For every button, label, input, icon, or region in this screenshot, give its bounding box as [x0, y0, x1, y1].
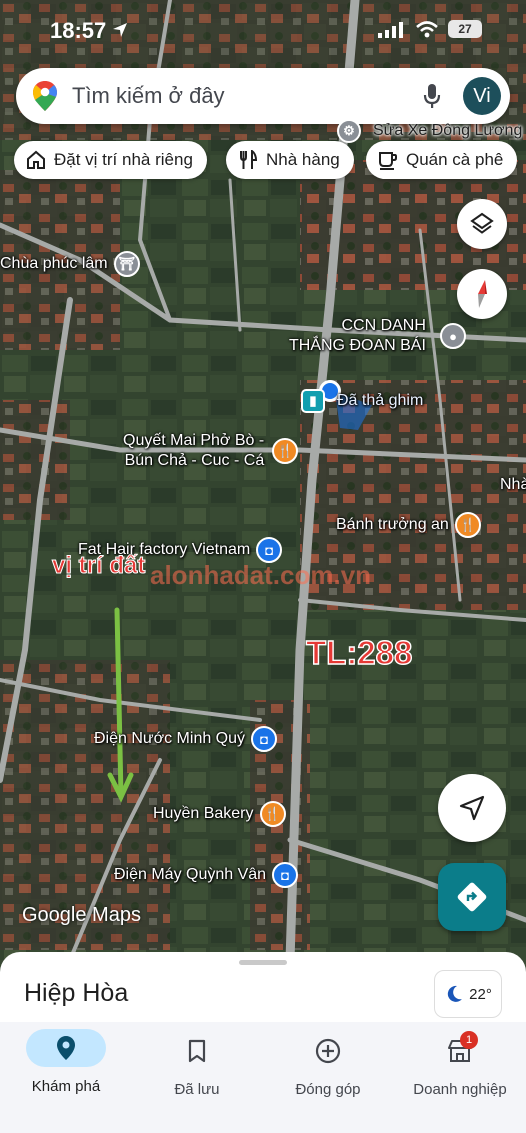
poi-sua-xe[interactable]: ⚙ Sửa Xe Đông Lương [337, 119, 522, 143]
google-maps-logo-icon [33, 81, 57, 111]
nav-label: Doanh nghiệp [413, 1081, 507, 1098]
home-icon [27, 150, 45, 169]
bottom-navigation: Khám phá Đã lưu Đóng góp 1 Doanh nghiệp [0, 1022, 526, 1133]
poi-huyen-bakery[interactable]: Huyền Bakery 🍴 [153, 801, 286, 827]
signal-icon [378, 22, 403, 38]
shopping-bag-pin-icon: ◘ [272, 862, 299, 888]
coffee-cup-icon [379, 152, 397, 170]
drag-handle[interactable] [239, 960, 287, 965]
bakery-pin-icon: 🍴 [454, 512, 481, 538]
compass-button[interactable] [457, 269, 507, 319]
weather-chip[interactable]: 22° [434, 970, 502, 1018]
poi-quyet-mai[interactable]: Quyết Mai Phở Bò - Bún Chả - Cuc - Cá 🍴 [123, 431, 299, 471]
chip-label: Quán cà phê [406, 150, 504, 169]
chip-label: Nhà hàng [266, 150, 340, 169]
watermark: alonhadat.com.vn [150, 560, 372, 590]
poi-nha-partial: Nhà [500, 476, 526, 493]
temple-pin-icon: ⛩ [113, 251, 140, 277]
shopping-bag-pin-icon: ◘ [251, 726, 278, 752]
chip-label: Đặt vị trí nhà riêng [54, 150, 193, 169]
account-avatar[interactable]: Vi [463, 77, 501, 115]
bookmark-icon [188, 1039, 206, 1063]
poi-dropped-pin[interactable]: ▮ Đã thả ghim [301, 389, 423, 413]
search-placeholder[interactable]: Tìm kiếm ở đây [72, 83, 423, 109]
google-maps-attribution: Google Maps [22, 904, 141, 926]
nav-label: Đã lưu [174, 1081, 220, 1098]
chip-cafes[interactable]: Quán cà phê [366, 141, 518, 179]
chip-set-home[interactable]: Đặt vị trí nhà riêng [14, 141, 207, 179]
nav-label: Khám phá [31, 1078, 101, 1095]
add-circle-icon [315, 1038, 341, 1064]
explore-pin-icon [57, 1036, 75, 1060]
service-pin-icon: ⚙ [337, 119, 361, 143]
battery-indicator: 27 [448, 20, 482, 38]
industrial-pin-icon[interactable]: ● [440, 323, 466, 349]
tab-contribute[interactable]: Đóng góp [263, 1022, 393, 1098]
tab-explore[interactable]: Khám phá [1, 1022, 131, 1095]
wifi-icon [416, 21, 438, 38]
microphone-icon[interactable] [423, 83, 441, 109]
temperature: 22° [469, 985, 492, 1003]
satellite-map[interactable]: 18:57 27 Tìm kiếm ở đây Vi Đặt vị trí nh… [0, 0, 526, 960]
land-location-label: vị trí đất [51, 552, 146, 580]
status-time: 18:57 [50, 18, 107, 43]
layers-button[interactable] [457, 199, 507, 249]
my-location-button[interactable] [438, 774, 506, 842]
tab-saved[interactable]: Đã lưu [132, 1022, 262, 1098]
road-label: TL:288 [305, 633, 413, 671]
restaurant-pin-icon: 🍴 [272, 438, 299, 464]
poi-dien-nuoc[interactable]: Điện Nước Minh Quý ◘ [94, 726, 278, 752]
moon-icon [447, 985, 463, 1002]
notification-badge: 1 [460, 1031, 478, 1049]
search-bar[interactable]: Tìm kiếm ở đây Vi [16, 68, 510, 124]
bookmark-pin-icon: ▮ [301, 389, 325, 413]
poi-ccn-danh-thang[interactable]: CCN DANH THẮNG ĐOAN BÁI [289, 316, 426, 356]
chip-restaurants[interactable]: Nhà hàng [226, 141, 354, 179]
poi-banh-truong-an[interactable]: Bánh trưởng an 🍴 [336, 512, 481, 538]
compass-icon [478, 280, 487, 308]
area-name: Hiệp Hòa [24, 979, 129, 1007]
bakery-pin-icon: 🍴 [259, 801, 286, 827]
navigation-arrow-icon [459, 795, 485, 821]
status-bar: 18:57 27 [0, 0, 526, 60]
nav-label: Đóng góp [295, 1081, 361, 1098]
directions-button[interactable] [438, 863, 506, 931]
location-arrow-icon [113, 23, 127, 37]
layers-icon [470, 212, 494, 234]
poi-dien-may[interactable]: Điện Máy Quỳnh Vân ◘ [114, 862, 299, 888]
tab-business[interactable]: 1 Doanh nghiệp [395, 1022, 525, 1098]
fork-knife-icon [240, 150, 258, 169]
directions-icon [457, 882, 487, 912]
poi-chua-phuc-lam[interactable]: Chùa phúc lâm ⛩ [0, 251, 140, 277]
